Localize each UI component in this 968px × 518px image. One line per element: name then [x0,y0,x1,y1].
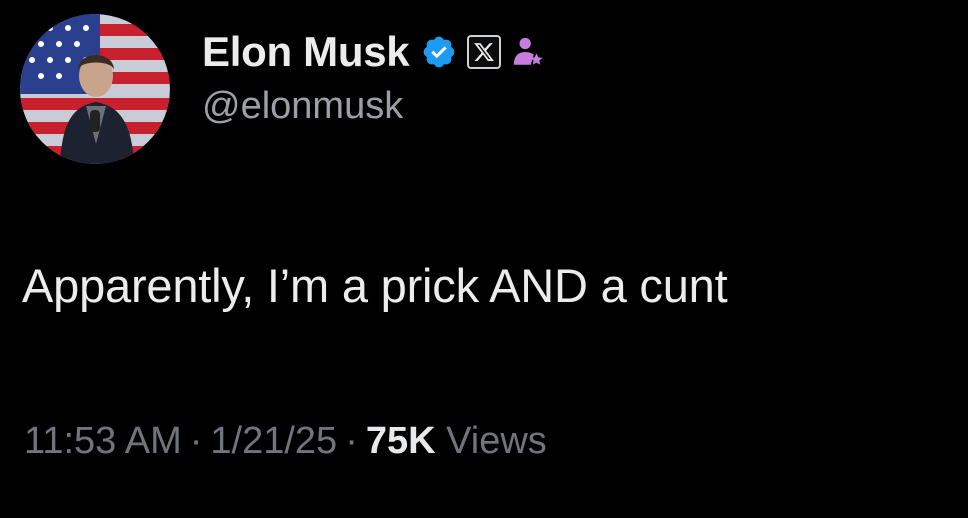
tweet-text: Apparently, I’m a prick AND a cunt [22,259,728,312]
author-handle[interactable]: @elonmusk [202,85,545,128]
avatar[interactable] [20,14,170,164]
meta-separator: · [189,420,203,462]
tweet-time[interactable]: 11:53 AM [24,420,182,462]
verified-badge-icon [421,34,457,70]
tweet-header: Elon Musk @elonmusk [20,14,545,164]
tweet-card: Elon Musk @elonmusk Apparently, I’m a pr… [0,0,968,518]
author-names: Elon Musk @elonmusk [202,25,545,128]
affiliate-person-icon [511,35,545,69]
name-row: Elon Musk [202,25,545,79]
tweet-meta: 11:53 AM · 1/21/25 · 75K Views [24,420,547,463]
views-count[interactable]: 75K [366,420,436,462]
display-name[interactable]: Elon Musk [202,28,410,76]
meta-separator: · [345,420,358,462]
views-label: Views [446,420,547,462]
tweet-date[interactable]: 1/21/25 [210,420,337,462]
avatar-image [20,14,170,164]
x-logo-icon [467,34,502,69]
